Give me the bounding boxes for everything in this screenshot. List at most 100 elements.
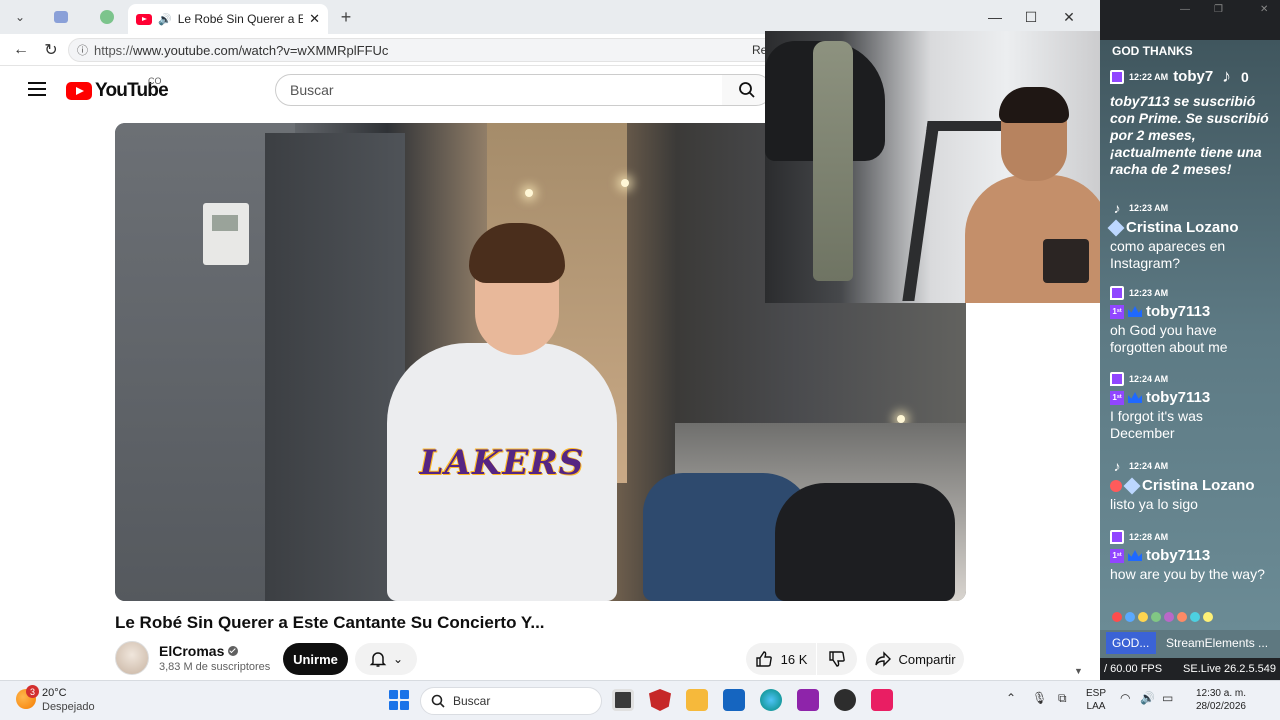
gift-badge-icon bbox=[1110, 479, 1122, 492]
maximize-button[interactable]: ☐ bbox=[1012, 4, 1050, 30]
chat-time: 12:22 AM bbox=[1129, 71, 1169, 82]
weather-condition[interactable]: Despejado bbox=[42, 701, 95, 713]
channel-name-row[interactable]: ElCromas bbox=[159, 643, 239, 659]
tiktok-live-icon[interactable] bbox=[871, 689, 893, 711]
chat-message: 12:23 AM 1ˢᵗ toby7113 oh God you have forgo… bbox=[1110, 286, 1270, 356]
app-icon bbox=[100, 10, 114, 24]
video-scene-light bbox=[621, 179, 629, 187]
video-scene-thermostat bbox=[203, 203, 249, 265]
panel-minimize-button[interactable]: — bbox=[1180, 4, 1190, 15]
webcam-person-phone bbox=[1043, 239, 1089, 283]
battery-icon[interactable]: ▭ bbox=[1162, 691, 1173, 705]
channel-name: ElCromas bbox=[159, 643, 225, 659]
video-title: Le Robé Sin Querer a Este Cantante Su Co… bbox=[115, 613, 545, 632]
search-input[interactable]: Buscar bbox=[275, 74, 723, 106]
search-icon bbox=[431, 694, 445, 708]
chat-username-row: Cristina Lozano bbox=[1110, 477, 1270, 494]
tiktok-icon: ♪ bbox=[1113, 200, 1121, 216]
chat-username-row: 1ˢᵗ toby7113 bbox=[1110, 547, 1270, 564]
panel-restore-button[interactable]: ❐ bbox=[1214, 4, 1223, 15]
show-hidden-icons[interactable]: ⌃ bbox=[1006, 691, 1016, 705]
weather-temperature[interactable]: 20°C bbox=[42, 687, 67, 699]
youtube-logo[interactable]: YouTube CO bbox=[66, 76, 169, 102]
chat-overlay: GOD THANKS ♪ 0 12:22 AM toby7 toby7113 se … bbox=[1100, 40, 1280, 630]
chat-username-row: toby7 bbox=[1173, 68, 1213, 85]
webcam-person-body bbox=[965, 175, 1110, 303]
display-icon[interactable]: ⧉ bbox=[1058, 691, 1067, 706]
video-scene-light bbox=[525, 189, 533, 197]
chat-title: GOD THANKS bbox=[1112, 44, 1193, 58]
keyboard-layout: LAA bbox=[1086, 701, 1106, 712]
address-bar[interactable]: ⓘ https://www.youtube.com/watch?v=wXMMRp… bbox=[68, 38, 808, 62]
webcam-scene-towel bbox=[813, 41, 853, 281]
chat-meta: 12:24 AM bbox=[1110, 372, 1270, 386]
channel-avatar[interactable] bbox=[115, 641, 149, 675]
chat-text: listo ya lo sigo bbox=[1110, 496, 1198, 512]
clock[interactable]: 12:30 a. m. 28/02/2026 bbox=[1190, 687, 1246, 713]
volume-icon[interactable]: 🔊 bbox=[1140, 691, 1155, 705]
notifications-button[interactable]: ⌄ bbox=[355, 643, 417, 675]
join-button[interactable]: Unirme bbox=[283, 643, 348, 675]
file-explorer-icon[interactable] bbox=[686, 689, 708, 711]
chat-meta: 12:23 AM bbox=[1110, 286, 1270, 300]
task-view-icon[interactable] bbox=[612, 689, 634, 711]
share-button[interactable]: Compartir bbox=[866, 643, 964, 675]
country-code: CO bbox=[148, 76, 162, 86]
chat-time: 12:23 AM bbox=[1129, 288, 1169, 298]
chat-username: Cristina Lozano bbox=[1142, 477, 1255, 494]
tab-pinned-1[interactable] bbox=[44, 5, 78, 29]
obs-icon[interactable] bbox=[834, 689, 856, 711]
tab-list-button[interactable]: ⌄ bbox=[8, 6, 32, 28]
start-button[interactable] bbox=[389, 690, 409, 710]
chat-text: como apareces en Instagram? bbox=[1110, 238, 1226, 271]
panel-close-button[interactable]: ✕ bbox=[1260, 4, 1268, 15]
minimize-button[interactable]: — bbox=[976, 4, 1014, 30]
speaker-icon[interactable]: 🔊 bbox=[158, 13, 172, 26]
taskbar-search[interactable]: Buscar bbox=[420, 687, 602, 715]
chat-username-row: 1ˢᵗ toby7113 bbox=[1110, 303, 1270, 320]
chat-time: 12:23 AM bbox=[1129, 203, 1169, 213]
gem-badge-icon bbox=[1107, 219, 1125, 236]
microphone-icon[interactable]: 🎙 bbox=[1032, 691, 1047, 705]
chat-message: ♪ 12:23 AM Cristina Lozano como apareces en… bbox=[1107, 200, 1270, 272]
video-person-hoodie: LAKERS bbox=[387, 343, 617, 601]
tab-youtube[interactable]: 🔊 Le Robé Sin Querer a Este Can ✕ bbox=[128, 4, 328, 34]
search-icon bbox=[738, 82, 755, 98]
chat-meta: 12:28 AM bbox=[1110, 530, 1270, 544]
close-window-button[interactable]: ✕ bbox=[1050, 4, 1088, 30]
tab-pinned-2[interactable] bbox=[90, 5, 124, 29]
edge-icon[interactable] bbox=[760, 689, 782, 711]
chat-username: toby7 bbox=[1173, 68, 1214, 85]
chat-username: toby7113 bbox=[1146, 389, 1211, 406]
back-button[interactable]: ← bbox=[8, 38, 34, 62]
video-person-hair bbox=[469, 223, 565, 283]
close-tab-icon[interactable]: ✕ bbox=[309, 11, 320, 27]
youtube-favicon-icon bbox=[136, 13, 152, 25]
chat-app-icon[interactable] bbox=[797, 689, 819, 711]
subscriber-badge-icon: 1ˢᵗ bbox=[1110, 390, 1124, 405]
dislike-button[interactable] bbox=[817, 643, 857, 675]
new-tab-button[interactable]: + bbox=[336, 6, 356, 28]
site-info-icon[interactable]: ⓘ bbox=[77, 42, 88, 58]
store-icon[interactable] bbox=[723, 689, 745, 711]
language-indicator[interactable]: ESP LAA bbox=[1086, 687, 1106, 713]
chat-username: toby7113 bbox=[1146, 547, 1211, 564]
menu-icon[interactable] bbox=[28, 82, 46, 96]
like-button[interactable]: 16 K bbox=[746, 643, 816, 675]
shield-app-icon[interactable] bbox=[649, 689, 671, 711]
youtube-play-icon bbox=[66, 82, 92, 100]
video-scene-door bbox=[265, 133, 405, 601]
tab-god[interactable]: GOD... bbox=[1106, 632, 1156, 654]
weather-badge: 3 bbox=[26, 685, 39, 698]
url-scheme: https:// bbox=[94, 42, 134, 58]
scroll-down-arrow[interactable]: ▼ bbox=[1074, 666, 1083, 676]
panel-status-bar: / 60.00 FPS SE.Live 26.2.5.549 bbox=[1100, 658, 1280, 680]
desktop: ⌄ 🔊 Le Robé Sin Querer a Este Can ✕ + — … bbox=[0, 0, 1280, 720]
chevron-down-icon: ⌄ bbox=[392, 652, 404, 666]
reload-button[interactable]: ↻ bbox=[38, 38, 64, 62]
webcam-person bbox=[965, 87, 1110, 303]
chat-message: 12:28 AM 1ˢᵗ toby7113 how are you by the wa… bbox=[1110, 530, 1270, 583]
wifi-icon[interactable]: ◠ bbox=[1120, 691, 1130, 705]
subscriber-count: 3,83 M de suscriptores bbox=[159, 661, 271, 673]
tab-streamelements[interactable]: StreamElements ... bbox=[1160, 632, 1276, 654]
